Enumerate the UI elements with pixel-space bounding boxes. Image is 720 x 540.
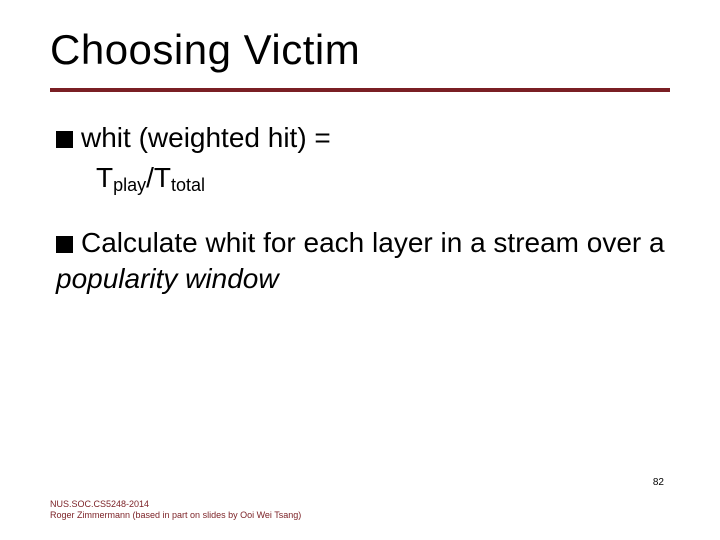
- formula-sub2: total: [171, 175, 205, 195]
- bullet-1-text: whit (weighted hit) =: [81, 122, 331, 153]
- bullet-2: Calculate whit for each layer in a strea…: [56, 225, 670, 298]
- formula-T2: T: [154, 162, 171, 193]
- slide-body: whit (weighted hit) = Tplay/Ttotal Calcu…: [56, 120, 670, 326]
- bullet-2-italic: popularity window: [56, 263, 279, 294]
- bullet-2-text-part1: Calculate whit for each layer in a strea…: [81, 227, 665, 258]
- slide: Choosing Victim whit (weighted hit) = Tp…: [0, 0, 720, 540]
- formula-T1: T: [96, 162, 113, 193]
- bullet-icon: [56, 131, 73, 148]
- title-underline: [50, 88, 670, 92]
- formula-sub1: play: [113, 175, 146, 195]
- formula-slash: /: [146, 162, 154, 193]
- page-number: 82: [653, 477, 664, 488]
- footer-line-1: NUS.SOC.CS5248-2014: [50, 499, 301, 511]
- formula: Tplay/Ttotal: [96, 160, 670, 196]
- footer: NUS.SOC.CS5248-2014 Roger Zimmermann (ba…: [50, 499, 301, 522]
- slide-title: Choosing Victim: [50, 26, 360, 74]
- bullet-1: whit (weighted hit) = Tplay/Ttotal: [56, 120, 670, 197]
- bullet-icon: [56, 236, 73, 253]
- footer-line-2: Roger Zimmermann (based in part on slide…: [50, 510, 301, 522]
